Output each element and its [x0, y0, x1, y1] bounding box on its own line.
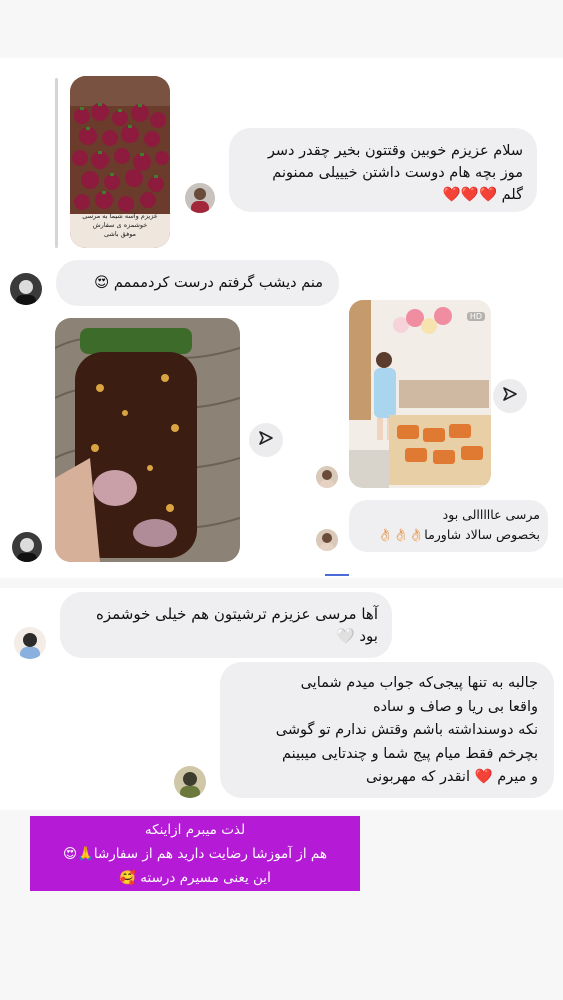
message-line: جالبه به تنها پیجی‌که جواب میدم شمایی: [300, 675, 538, 691]
hd-badge: HD: [466, 312, 485, 321]
message-bubble: مرسی عااااالی بود بخصوص سالاد شاورما👌🏻👌🏻…: [349, 500, 548, 552]
message-line: موز بچه هام دوست داشتن خیییلی ممنونم: [272, 165, 523, 181]
share-button[interactable]: [249, 423, 283, 457]
story-caption: عزیزم واسه شیما به مرسی خوشمزه ی سفارش م…: [74, 212, 166, 239]
message-line: مرسی عااااالی بود: [442, 507, 540, 522]
story-caption-line: موفق باشی: [103, 230, 137, 238]
footer-note-line: لذت میبرم ازاینکه: [144, 822, 246, 838]
photo-party-table[interactable]: HD: [349, 300, 491, 488]
message-line: منم دیشب گرفتم درست کردمممم 😍: [94, 275, 323, 291]
story-photo-fruits[interactable]: عزیزم واسه شیما به مرسی خوشمزه ی سفارش م…: [70, 76, 170, 248]
message-line: آها مرسی عزیزم ترشیتون هم خیلی خوشمزه: [96, 605, 378, 623]
message-line: سلام عزیزم خوبین وقتتون بخیر چقدر دسر: [267, 143, 523, 159]
story-caption-line: خوشمزه ی سفارش: [92, 221, 148, 229]
share-button[interactable]: [493, 379, 527, 413]
message-line: و میرم ❤️ انقدر که مهربونی: [365, 769, 538, 785]
avatar[interactable]: [174, 766, 206, 798]
send-icon: [502, 386, 518, 406]
message-bubble: جالبه به تنها پیجی‌که جواب میدم شمایی وا…: [220, 662, 554, 798]
avatar[interactable]: [14, 627, 46, 659]
avatar[interactable]: [316, 529, 338, 551]
message-line: نکه دوسنداشته باشم وقتش ندارم تو گوشی: [275, 722, 538, 738]
message-line: گلم ❤️❤️❤️: [442, 187, 523, 203]
story-caption-line: عزیزم واسه شیما به مرسی: [82, 212, 158, 220]
avatar[interactable]: [185, 183, 215, 213]
divider: [325, 574, 349, 576]
avatar[interactable]: [316, 466, 338, 488]
message-line: واقعا بی ریا و صاف و ساده: [373, 698, 538, 715]
message-bubble: سلام عزیزم خوبین وقتتون بخیر چقدر دسر مو…: [229, 128, 537, 212]
avatar[interactable]: [10, 273, 42, 305]
photo-pickle-jar[interactable]: [55, 318, 240, 562]
footer-note-line: این یعنی مسیرم درسته 🥰: [119, 870, 271, 886]
message-line: بخصوص سالاد شاورما👌🏻👌🏻👌🏻: [377, 527, 540, 542]
footer-note-line: هم از آموزشا رضایت دارید هم از سفارشا🙏😍: [62, 846, 327, 862]
avatar[interactable]: [12, 532, 42, 562]
footer-note: لذت میبرم ازاینکه هم از آموزشا رضایت دار…: [30, 816, 360, 891]
message-line: بچرخم فقط میام پیج شما و چندتایی میبینم: [281, 745, 538, 762]
send-icon: [258, 430, 274, 450]
story-reply-bar: [55, 78, 58, 248]
message-bubble: منم دیشب گرفتم درست کردمممم 😍: [56, 260, 339, 306]
message-line: بود 🤍: [335, 627, 378, 645]
message-bubble: آها مرسی عزیزم ترشیتون هم خیلی خوشمزه بو…: [60, 592, 392, 658]
